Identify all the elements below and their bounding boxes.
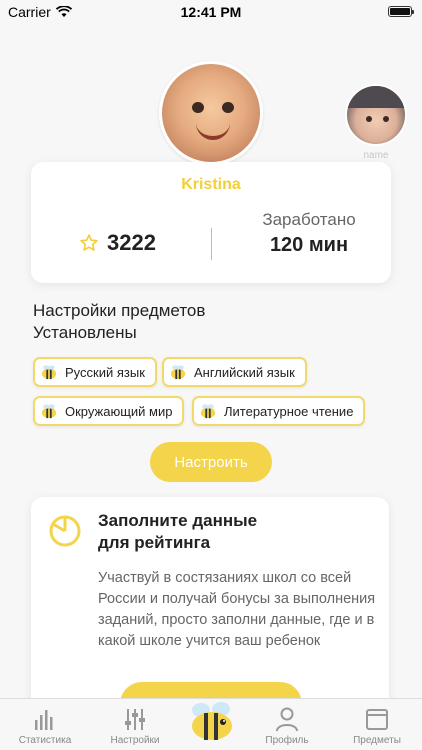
settings-title-line2: Установлены — [33, 323, 137, 342]
tab-label: Предметы — [353, 735, 401, 746]
battery-icon — [388, 6, 414, 17]
subject-chip[interactable]: Русский язык — [33, 357, 157, 387]
avatar-hat — [347, 86, 405, 108]
rating-title: Заполните данные для рейтинга — [98, 510, 257, 554]
tab-subjects[interactable]: Предметы — [332, 699, 422, 750]
subject-chip[interactable]: Литературное чтение — [192, 396, 366, 426]
subject-label: Литературное чтение — [224, 403, 354, 419]
earned-block: Заработано 120 мин — [239, 210, 379, 257]
configure-button[interactable]: Настроить — [150, 442, 272, 482]
profile-card: Kristina 3222 Заработано 120 мин — [31, 162, 391, 283]
pie-chart-icon — [49, 515, 81, 547]
avatar-secondary[interactable] — [345, 84, 407, 146]
profile-name: Kristina — [181, 176, 241, 193]
book-icon — [366, 709, 388, 730]
score-value: 3222 — [107, 230, 156, 255]
clock: 12:41 PM — [180, 4, 242, 20]
tab-label: Настройки — [110, 735, 160, 746]
secondary-avatar-name: name — [363, 150, 389, 161]
avatar[interactable] — [159, 61, 263, 165]
bee-mascot-icon[interactable] — [187, 700, 237, 742]
tab-profile[interactable]: Профиль — [242, 699, 332, 750]
bee-icon — [170, 365, 186, 380]
person-icon — [276, 707, 298, 732]
avatar-eye-right — [383, 116, 389, 122]
score-block: 3222 — [79, 230, 156, 256]
star-icon — [80, 234, 98, 251]
tab-statistics[interactable]: Статистика — [0, 699, 90, 750]
subject-label: Английский язык — [194, 364, 295, 380]
divider — [211, 228, 212, 260]
rating-title-line2: для рейтинга — [98, 533, 211, 552]
bee-icon — [200, 404, 216, 419]
earned-label: Заработано — [262, 210, 356, 229]
avatar-eye-left — [192, 102, 204, 113]
subjects-settings-title: Настройки предметов Установлены — [33, 300, 205, 344]
tab-label: Профиль — [265, 735, 309, 746]
subject-label: Окружающий мир — [65, 403, 173, 419]
bee-icon — [41, 404, 57, 419]
bee-icon — [41, 365, 57, 380]
avatar-eye-left — [366, 116, 372, 122]
subject-chip[interactable]: Английский язык — [162, 357, 307, 387]
bar-chart-icon — [35, 710, 53, 730]
avatar-mouth — [196, 120, 230, 140]
sliders-icon — [125, 709, 145, 730]
status-bar: Carrier 12:41 PM — [0, 0, 422, 24]
earned-value: 120 мин — [269, 234, 349, 256]
rating-title-line1: Заполните данные — [98, 511, 258, 530]
rating-description: Участвуй в состязаниях школ со всей Росс… — [98, 570, 376, 649]
subject-chip[interactable]: Окружающий мир — [33, 396, 185, 426]
tab-label: Статистика — [18, 735, 72, 746]
subject-label: Русский язык — [65, 364, 145, 380]
settings-title-line1: Настройки предметов — [33, 301, 206, 320]
avatar-eye-right — [222, 102, 234, 113]
tab-settings[interactable]: Настройки — [90, 699, 180, 750]
